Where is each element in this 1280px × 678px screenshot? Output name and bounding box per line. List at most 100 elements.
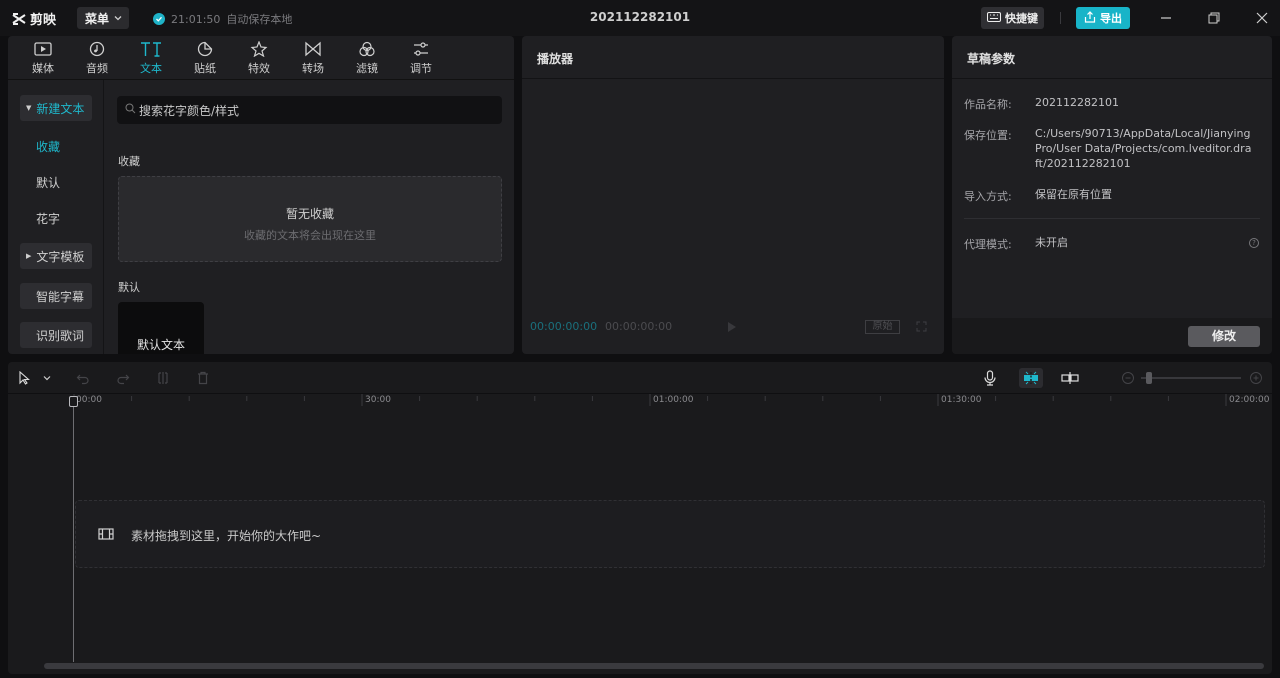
fullscreen-icon[interactable] (916, 321, 927, 335)
playhead-handle[interactable] (69, 396, 78, 407)
ruler-ticks (73, 394, 1227, 406)
link-icon[interactable] (1061, 369, 1079, 387)
shortcut-button[interactable]: 快捷键 (981, 7, 1044, 29)
player-controls: 00:00:00:00 00:00:00:00 原始 (522, 318, 944, 336)
tab-filter[interactable]: 滤镜 (340, 36, 394, 80)
split-icon[interactable] (154, 369, 172, 387)
autosave-time: 21:01:50 (171, 12, 221, 26)
tab-effects[interactable]: 特效 (232, 36, 286, 80)
sidebar-item-fancy-text[interactable]: 花字 (20, 205, 92, 231)
app-window: 剪映 菜单 21:01:50 自动保存本地 202112282101 快捷键 导… (0, 0, 1280, 678)
total-timecode: 00:00:00:00 (605, 320, 673, 333)
zoom-in-icon[interactable] (1247, 369, 1265, 387)
tab-text[interactable]: 文本 (124, 36, 178, 80)
text-category-nav: ▼ 新建文本 收藏 默认 花字 ▶ 文字模板 智能字幕 识别歌词 (8, 80, 104, 354)
sidebar-item-new-text[interactable]: ▼ 新建文本 (20, 95, 92, 121)
player-title: 播放器 (522, 36, 944, 79)
draft-params-panel: 草稿参数 作品名称: 202112282101 保存位置: C:/Users/9… (952, 36, 1272, 354)
chevron-down-icon[interactable] (38, 369, 56, 387)
keyboard-icon (987, 11, 1001, 25)
field-label: 保存位置: (964, 129, 1012, 142)
tab-audio-label: 音频 (86, 62, 108, 75)
search-input[interactable]: 搜索花字颜色/样式 (117, 96, 502, 124)
delete-icon[interactable] (194, 369, 212, 387)
library-panel: 媒体 音频 文本 贴纸 特效 转场 滤镜 调节 ▼ 新建文本 收藏 默认 花字 … (8, 36, 514, 354)
sidebar-item-label: 新建文本 (36, 101, 85, 116)
ruler-label: 00:00 (76, 395, 102, 405)
ratio-button[interactable]: 原始 (865, 320, 900, 334)
sidebar-item-auto-captions[interactable]: 智能字幕 (20, 283, 92, 309)
timeline-toolbar (8, 362, 1272, 394)
text-icon (140, 41, 162, 57)
sidebar-item-label: 花字 (36, 211, 61, 226)
app-name: 剪映 (30, 13, 57, 28)
field-label: 代理模式: (964, 238, 1012, 251)
autosave-text: 自动保存本地 (226, 13, 293, 26)
empty-title: 暂无收藏 (285, 207, 334, 221)
minimize-icon[interactable] (1156, 8, 1176, 28)
tab-adjust[interactable]: 调节 (394, 36, 448, 80)
audio-icon (88, 41, 106, 57)
edit-button[interactable]: 修改 (1188, 326, 1260, 347)
media-icon (34, 41, 52, 57)
microphone-icon[interactable] (981, 369, 999, 387)
horizontal-scrollbar[interactable] (44, 663, 1264, 669)
undo-icon[interactable] (74, 369, 92, 387)
tab-transition[interactable]: 转场 (286, 36, 340, 80)
sidebar-item-label: 文字模板 (36, 249, 85, 264)
zoom-out-icon[interactable] (1119, 369, 1137, 387)
field-label: 作品名称: (964, 98, 1012, 111)
autosave-status: 21:01:50 自动保存本地 (153, 11, 292, 27)
sidebar-item-favorites[interactable]: 收藏 (20, 133, 92, 159)
tab-adjust-label: 调节 (410, 62, 432, 75)
help-icon[interactable]: ? (1249, 238, 1259, 248)
redo-icon[interactable] (114, 369, 132, 387)
select-cursor-icon[interactable] (16, 369, 34, 387)
ruler-label: 01:00:00 (653, 395, 694, 405)
sidebar-item-label: 智能字幕 (36, 289, 85, 304)
ruler-label: 30:00 (365, 395, 391, 405)
zoom-slider-handle[interactable] (1145, 372, 1152, 384)
sidebar-item-default[interactable]: 默认 (20, 169, 92, 195)
draft-footer: 修改 (952, 318, 1272, 354)
adjust-icon (412, 41, 430, 57)
field-value-import-mode: 保留在原有位置 (1035, 188, 1112, 201)
sidebar-item-lyrics[interactable]: 识别歌词 (20, 322, 92, 348)
play-icon[interactable] (728, 322, 736, 332)
main-track-magnet-icon[interactable] (1019, 368, 1043, 388)
zoom-slider[interactable] (1141, 372, 1241, 384)
app-logo: 剪映 (12, 9, 56, 28)
transition-icon (304, 41, 322, 57)
tab-transition-label: 转场 (302, 62, 324, 75)
tab-audio[interactable]: 音频 (70, 36, 124, 80)
export-icon (1084, 10, 1096, 26)
tab-media-label: 媒体 (32, 62, 54, 75)
menu-label: 菜单 (85, 11, 110, 26)
default-text-card[interactable]: 默认文本 (118, 302, 204, 354)
tab-text-label: 文本 (140, 62, 162, 75)
sidebar-item-label: 识别歌词 (36, 328, 85, 343)
chevron-down-icon (113, 12, 123, 26)
favorites-section-label: 收藏 (118, 155, 140, 168)
filter-icon (358, 41, 376, 57)
restore-icon[interactable] (1204, 8, 1224, 28)
close-icon[interactable] (1252, 8, 1272, 28)
caret-down-icon: ▼ (26, 104, 32, 112)
sidebar-item-text-templates[interactable]: ▶ 文字模板 (20, 243, 92, 269)
time-ruler[interactable]: 00:00 30:00 01:00:00 01:30:00 02:00:00 (8, 394, 1272, 408)
menu-button[interactable]: 菜单 (77, 7, 129, 29)
current-timecode: 00:00:00:00 (530, 320, 598, 333)
draft-divider (964, 218, 1260, 219)
tab-sticker[interactable]: 贴纸 (178, 36, 232, 80)
tab-sticker-label: 贴纸 (194, 62, 216, 75)
ruler-label: 01:30:00 (941, 395, 982, 405)
media-drop-zone[interactable]: 素材拖拽到这里，开始你的大作吧~ (75, 500, 1265, 568)
export-button[interactable]: 导出 (1076, 7, 1130, 29)
sidebar-item-label: 默认 (36, 175, 61, 190)
tab-media[interactable]: 媒体 (16, 36, 70, 80)
playhead-line (73, 398, 74, 662)
title-bar: 剪映 菜单 21:01:50 自动保存本地 202112282101 快捷键 导… (0, 0, 1280, 36)
sticker-icon (196, 41, 214, 57)
field-value-project-name: 202112282101 (1035, 96, 1119, 109)
field-value-save-location: C:/Users/90713/AppData/Local/JianyingPro… (1035, 127, 1252, 170)
